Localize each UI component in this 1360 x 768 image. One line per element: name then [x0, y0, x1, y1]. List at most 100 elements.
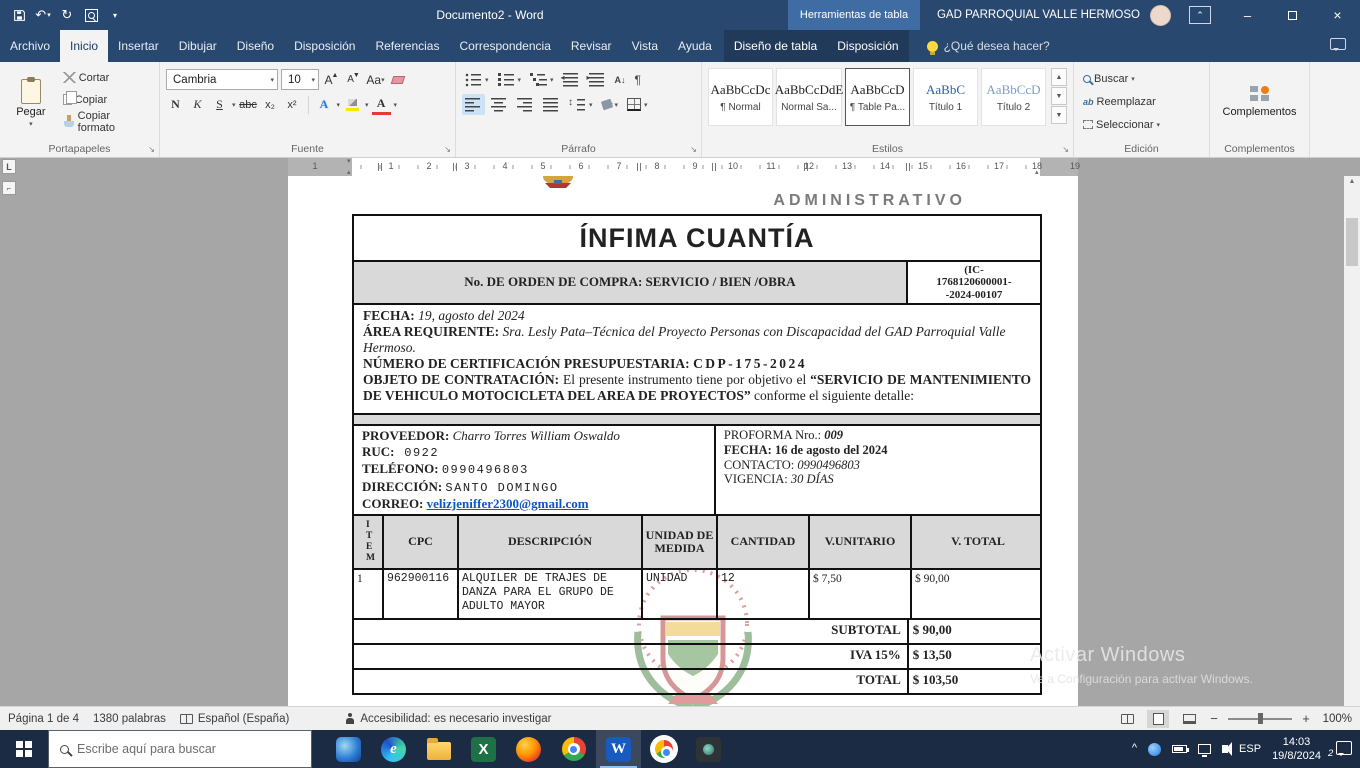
proofing-status[interactable]: Español (España)	[180, 713, 289, 725]
horizontal-ruler[interactable]: L 112345678910111213141516171819 ▾ ▴ ▴	[0, 158, 1360, 176]
comments-icon[interactable]	[1330, 38, 1346, 50]
style-no-spacing[interactable]: AaBbCcDdENormal Sa...	[776, 68, 842, 126]
account-name[interactable]: GAD PARROQUIAL VALLE HERMOSO	[937, 9, 1140, 21]
tab-correspondencia[interactable]: Correspondencia	[449, 30, 560, 62]
multilevel-list-button[interactable]: ▾	[527, 69, 557, 90]
taskbar-clock[interactable]: 14:0319/8/2024	[1272, 735, 1321, 764]
document-page[interactable]: ADMINISTRATIVO ÍNFIMA CUANTÍA No. DE ORD…	[288, 176, 1078, 706]
styles-more-button[interactable]: ▼	[1051, 106, 1067, 124]
vertical-scrollbar[interactable]: ▲	[1344, 176, 1360, 706]
bullets-button[interactable]: ▾	[462, 69, 492, 90]
show-marks-button[interactable]: ¶	[632, 69, 644, 90]
zoom-tool-icon[interactable]	[80, 3, 102, 27]
tab-referencias[interactable]: Referencias	[365, 30, 449, 62]
tab-vista[interactable]: Vista	[622, 30, 668, 62]
align-right-button[interactable]	[514, 94, 537, 115]
text-effects-button[interactable]: A	[315, 95, 334, 115]
taskbar-edge[interactable]: e	[371, 730, 416, 768]
taskbar-search-input[interactable]	[77, 742, 277, 756]
taskbar-chrome-profile[interactable]	[641, 730, 686, 768]
hanging-indent-marker[interactable]: ▴	[347, 169, 351, 176]
column-marker[interactable]	[712, 163, 716, 171]
tray-app-icon[interactable]	[1148, 743, 1161, 756]
scrollbar-thumb[interactable]	[1346, 218, 1358, 266]
taskbar-excel[interactable]: X	[461, 730, 506, 768]
font-dialog-launcher[interactable]: ↘	[444, 145, 451, 154]
taskbar-app-dark[interactable]	[686, 730, 731, 768]
web-layout-button[interactable]	[1178, 710, 1200, 728]
close-button[interactable]: ×	[1315, 0, 1360, 30]
tab-archivo[interactable]: Archivo	[0, 30, 60, 62]
right-indent-marker[interactable]: ▴	[1035, 169, 1039, 176]
style-titulo-2[interactable]: AaBbCcDTítulo 2	[981, 68, 1046, 126]
shrink-font-button[interactable]: A▼	[344, 70, 363, 90]
tab-ayuda[interactable]: Ayuda	[668, 30, 722, 62]
purchase-order-table[interactable]: ÍNFIMA CUANTÍA No. DE ORDEN DE COMPRA: S…	[352, 214, 1042, 695]
addins-icon[interactable]	[1250, 86, 1270, 102]
taskbar-search[interactable]	[48, 730, 312, 768]
styles-scroll-up[interactable]: ▲	[1051, 68, 1067, 86]
align-left-button[interactable]	[462, 94, 485, 115]
zoom-out-button[interactable]: −	[1209, 711, 1219, 726]
change-case-button[interactable]: Aa▾	[366, 70, 385, 90]
read-mode-button[interactable]	[1116, 710, 1138, 728]
redo-icon[interactable]: ↻	[56, 3, 78, 27]
format-painter-button[interactable]: Copiar formato	[60, 111, 153, 132]
bold-button[interactable]: N	[166, 95, 185, 115]
tab-diseno[interactable]: Diseño	[227, 30, 284, 62]
volume-icon[interactable]	[1222, 745, 1228, 753]
increase-indent-button[interactable]	[586, 69, 609, 90]
column-marker[interactable]	[637, 163, 641, 171]
borders-button[interactable]: ▾	[624, 94, 651, 115]
page-indicator[interactable]: Página 1 de 4	[8, 713, 79, 725]
accessibility-status[interactable]: Accesibilidad: es necesario investigar	[345, 713, 551, 725]
column-marker[interactable]	[906, 163, 910, 171]
zoom-slider-thumb[interactable]	[1258, 713, 1263, 724]
superscript-button[interactable]: x²	[283, 95, 302, 115]
line-spacing-button[interactable]: ▾	[566, 94, 596, 115]
word-count[interactable]: 1380 palabras	[93, 713, 166, 725]
maximize-button[interactable]	[1270, 0, 1315, 30]
font-size-combo[interactable]: 10▾	[281, 69, 319, 90]
language-indicator-tray[interactable]: ESP	[1239, 743, 1261, 755]
strikethrough-button[interactable]: abc	[239, 95, 258, 115]
highlight-button[interactable]	[343, 95, 362, 115]
taskbar-file-explorer[interactable]	[416, 730, 461, 768]
styles-scroll-down[interactable]: ▼	[1051, 87, 1067, 105]
select-button[interactable]: Seleccionar▾	[1080, 114, 1203, 135]
tab-disposicion-tabla[interactable]: Disposición	[827, 30, 908, 62]
document-area[interactable]: ⌐ ADMINISTRATIVO ÍNFIMA CUANTÍA No. DE O…	[0, 176, 1360, 706]
style-titulo-1[interactable]: AaBbCTítulo 1	[913, 68, 978, 126]
styles-dialog-launcher[interactable]: ↘	[1062, 145, 1069, 154]
network-icon[interactable]	[1198, 744, 1211, 754]
taskbar-word-active[interactable]: W	[596, 730, 641, 768]
italic-button[interactable]: K	[188, 95, 207, 115]
tab-inicio[interactable]: Inicio	[60, 30, 108, 62]
align-center-button[interactable]	[488, 94, 511, 115]
customize-qat-icon[interactable]: ▾	[104, 3, 126, 27]
zoom-level[interactable]: 100%	[1320, 713, 1352, 725]
zoom-slider[interactable]	[1228, 718, 1292, 720]
tell-me-box[interactable]: ¿Qué desea hacer?	[927, 30, 1050, 62]
first-line-indent-marker[interactable]: ▾	[347, 158, 351, 165]
clear-formatting-button[interactable]	[388, 70, 407, 90]
replace-button[interactable]: abReemplazar	[1080, 91, 1203, 112]
avatar[interactable]	[1150, 5, 1171, 26]
column-marker[interactable]	[804, 163, 808, 171]
battery-icon[interactable]	[1172, 745, 1187, 753]
numbering-button[interactable]: ▾	[495, 69, 525, 90]
font-color-button[interactable]: A	[372, 95, 391, 115]
justify-button[interactable]	[540, 94, 563, 115]
grow-font-button[interactable]: A▲	[322, 70, 341, 90]
tab-diseno-de-tabla[interactable]: Diseño de tabla	[724, 30, 827, 62]
font-name-combo[interactable]: Cambria▾	[166, 69, 278, 90]
cut-button[interactable]: Cortar	[60, 67, 153, 88]
tab-insertar[interactable]: Insertar	[108, 30, 169, 62]
style-table-paragraph[interactable]: AaBbCcD¶ Table Pa...	[845, 68, 910, 126]
copy-button[interactable]: Copiar	[60, 89, 153, 110]
email-link[interactable]: velizjeniffer2300@gm­ail.com	[427, 496, 589, 511]
print-layout-button[interactable]	[1147, 710, 1169, 728]
taskbar-firefox[interactable]	[506, 730, 551, 768]
tab-revisar[interactable]: Revisar	[561, 30, 622, 62]
paste-button[interactable]: Pegar ▾	[6, 67, 56, 139]
